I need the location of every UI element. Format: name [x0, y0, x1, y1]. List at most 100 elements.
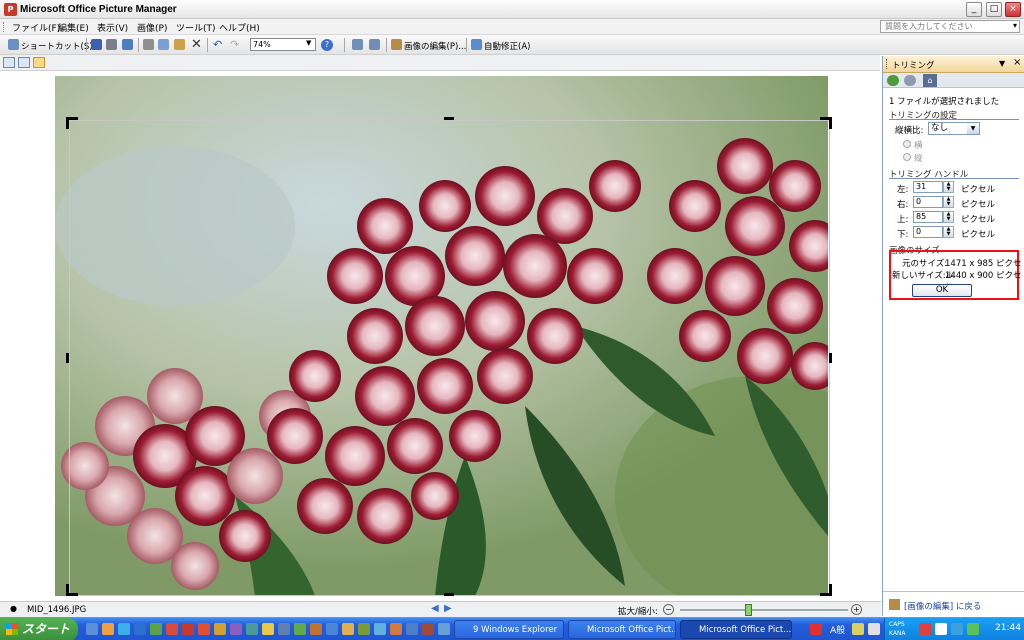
- taskbar-item-explorer[interactable]: 9 Windows Explorer: [454, 620, 564, 639]
- right-spinner[interactable]: ▲ ▼: [943, 196, 954, 208]
- auto-correct-button[interactable]: 自動修正(A): [484, 40, 530, 52]
- quicklaunch-icon[interactable]: [102, 623, 114, 635]
- crop-frame[interactable]: [69, 120, 830, 596]
- quicklaunch-icon[interactable]: [278, 623, 290, 635]
- back-icon[interactable]: [887, 75, 899, 86]
- rotate-right-icon[interactable]: [369, 39, 380, 50]
- crop-handle-top-left[interactable]: [66, 117, 69, 129]
- shortcuts-button[interactable]: ショートカット(S)...: [21, 40, 101, 52]
- crop-handle-right[interactable]: [829, 353, 832, 363]
- volume-icon[interactable]: [951, 623, 963, 635]
- maximize-button[interactable]: □: [986, 2, 1002, 17]
- help-dropdown-icon[interactable]: ▾: [1013, 21, 1017, 30]
- pane-close-icon[interactable]: ×: [1013, 57, 1021, 68]
- quicklaunch-icon[interactable]: [406, 623, 418, 635]
- landscape-radio[interactable]: [903, 140, 911, 148]
- crop-handle-top[interactable]: [444, 117, 454, 120]
- quicklaunch-icon[interactable]: [182, 623, 194, 635]
- single-picture-view-icon[interactable]: [33, 57, 45, 68]
- paste-icon[interactable]: [174, 39, 185, 50]
- undo-icon[interactable]: ↶: [213, 38, 222, 51]
- print-icon[interactable]: [106, 39, 117, 50]
- pane-menu-icon[interactable]: ▼: [999, 59, 1005, 68]
- menu-picture[interactable]: 画像(P): [137, 21, 167, 34]
- quicklaunch-icon[interactable]: [214, 623, 226, 635]
- quicklaunch-icon[interactable]: [198, 623, 210, 635]
- quicklaunch-icon[interactable]: [310, 623, 322, 635]
- save-icon[interactable]: [91, 39, 102, 50]
- menu-view[interactable]: 表示(V): [97, 21, 128, 34]
- tray-app-icon[interactable]: [810, 623, 822, 635]
- ime-tool-icon[interactable]: [852, 623, 864, 635]
- cut-icon[interactable]: [143, 39, 154, 50]
- quicklaunch-icon[interactable]: [294, 623, 306, 635]
- quicklaunch-icon[interactable]: [230, 623, 242, 635]
- zoom-slider-thumb[interactable]: [745, 604, 752, 616]
- zoom-in-icon[interactable]: +: [851, 604, 862, 615]
- close-button[interactable]: ×: [1005, 2, 1021, 17]
- tray-icon[interactable]: [935, 623, 947, 635]
- quicklaunch-icon[interactable]: [262, 623, 274, 635]
- help-icon[interactable]: ?: [321, 39, 333, 51]
- crop-handle-bottom-left[interactable]: [66, 584, 69, 596]
- ime-indicator[interactable]: A般: [830, 623, 845, 636]
- left-crop-input[interactable]: 31: [913, 181, 943, 193]
- filmstrip-view-icon[interactable]: [18, 57, 30, 68]
- quicklaunch-icon[interactable]: [374, 623, 386, 635]
- quicklaunch-icon[interactable]: [342, 623, 354, 635]
- quicklaunch-icon[interactable]: [326, 623, 338, 635]
- quicklaunch-icon[interactable]: [150, 623, 162, 635]
- network-icon[interactable]: [967, 623, 979, 635]
- quicklaunch-icon[interactable]: [390, 623, 402, 635]
- minimize-button[interactable]: _: [966, 2, 982, 17]
- home-icon[interactable]: ⌂: [923, 74, 937, 87]
- start-button[interactable]: スタート: [0, 618, 78, 640]
- menu-help[interactable]: ヘルプ(H): [219, 21, 260, 34]
- title-bar[interactable]: P Microsoft Office Picture Manager _ □ ×: [0, 0, 1024, 19]
- quicklaunch-icon[interactable]: [166, 623, 178, 635]
- zoom-out-icon[interactable]: −: [663, 604, 674, 615]
- right-crop-input[interactable]: 0: [913, 196, 943, 208]
- ok-button[interactable]: OK: [912, 284, 972, 297]
- menu-tools[interactable]: ツール(T): [176, 21, 216, 34]
- portrait-radio[interactable]: [903, 153, 911, 161]
- next-picture-icon[interactable]: ▶: [444, 603, 452, 614]
- crop-handle-bottom[interactable]: [444, 593, 454, 596]
- zoom-slider-track[interactable]: [680, 609, 848, 611]
- tray-icon[interactable]: [919, 623, 931, 635]
- quicklaunch-icon[interactable]: [134, 623, 146, 635]
- rotate-left-icon[interactable]: [352, 39, 363, 50]
- crop-handle-top-right[interactable]: [829, 117, 832, 129]
- email-icon[interactable]: [122, 39, 133, 50]
- quicklaunch-icon[interactable]: [86, 623, 98, 635]
- quicklaunch-icon[interactable]: [358, 623, 370, 635]
- top-spinner[interactable]: ▲ ▼: [943, 211, 954, 223]
- delete-icon[interactable]: ✕: [191, 37, 202, 52]
- edit-picture-button[interactable]: 画像の編集(P)...: [404, 40, 466, 52]
- quicklaunch-icon[interactable]: [118, 623, 130, 635]
- copy-icon[interactable]: [158, 39, 169, 50]
- redo-icon[interactable]: ↷: [230, 38, 239, 51]
- bottom-crop-input[interactable]: 0: [913, 226, 943, 238]
- thumbnail-view-icon[interactable]: [3, 57, 15, 68]
- back-to-edit-link[interactable]: [画像の編集] に戻る: [904, 600, 981, 612]
- crop-handle-left[interactable]: [66, 353, 69, 363]
- menu-file[interactable]: ファイル(F): [12, 21, 60, 34]
- quicklaunch-icon[interactable]: [438, 623, 450, 635]
- aspect-dropdown-icon[interactable]: ▼: [967, 123, 979, 134]
- previous-picture-icon[interactable]: ◀: [431, 603, 439, 614]
- taskbar-item-picture-manager[interactable]: Microsoft Office Pict...: [568, 620, 676, 639]
- forward-icon[interactable]: [904, 75, 916, 86]
- original-size-label: 元のサイズ:: [902, 259, 948, 269]
- help-search-input[interactable]: 質問を入力してください: [880, 20, 1020, 33]
- bottom-spinner[interactable]: ▲ ▼: [943, 226, 954, 238]
- menu-edit[interactable]: 編集(E): [58, 21, 89, 34]
- quicklaunch-icon[interactable]: [422, 623, 434, 635]
- crop-handle-bottom-right[interactable]: [829, 584, 832, 596]
- taskbar-item-picture-manager-active[interactable]: Microsoft Office Pict...: [680, 620, 792, 639]
- quicklaunch-icon[interactable]: [246, 623, 258, 635]
- top-crop-input[interactable]: 85: [913, 211, 943, 223]
- ime-help-icon[interactable]: [868, 623, 880, 635]
- zoom-dropdown-icon[interactable]: ▼: [306, 39, 311, 47]
- left-spinner[interactable]: ▲ ▼: [943, 181, 954, 193]
